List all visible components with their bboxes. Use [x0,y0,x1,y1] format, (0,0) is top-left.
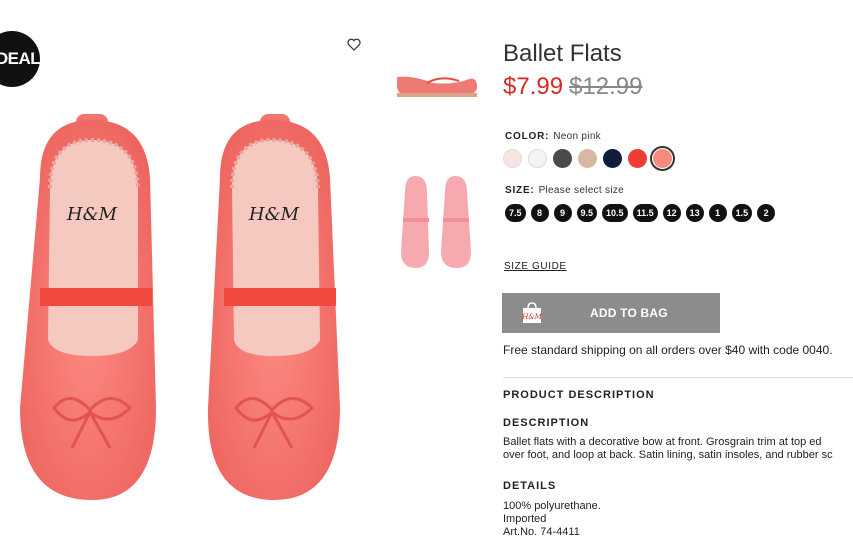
size-option[interactable]: 1.5 [731,204,753,222]
size-option[interactable]: 9.5 [576,204,598,222]
price-block: $7.99 $12.99 [503,73,642,101]
color-swatch[interactable] [553,149,572,168]
size-option[interactable]: 2 [757,204,776,222]
description-text: Ballet flats with a decorative bow at fr… [503,436,853,462]
size-option[interactable]: 12 [662,204,681,222]
left-shoe-logo: H&M [66,204,118,225]
color-swatches [503,146,675,171]
details-line-origin: Imported [503,513,547,525]
size-guide-link[interactable]: SIZE GUIDE [504,261,567,272]
details-heading: DETAILS [503,480,557,492]
selected-color: Neon pink [553,131,601,142]
left-shoe: H&M [20,114,156,500]
description-line-1: Ballet flats with a decorative bow at fr… [503,436,822,448]
divider [503,377,853,378]
shopping-bag-icon: H&M [521,302,543,324]
right-shoe: H&M [207,114,340,500]
details-text: 100% polyurethane. Imported Art.No. 74-4… [503,500,601,539]
size-option[interactable]: 7.5 [505,204,526,222]
size-option[interactable]: 8 [530,204,549,222]
description-heading: DESCRIPTION [503,417,590,429]
deal-badge: DEAL [0,31,41,87]
color-label-row: COLOR: Neon pink [505,131,601,142]
details-line-article: Art.No. 74-4411 [503,526,580,538]
size-option[interactable]: 13 [685,204,704,222]
main-product-image: H&M H&M [20,114,340,500]
size-prompt: Please select size [538,185,625,196]
add-to-bag-label: ADD TO BAG [590,306,668,320]
size-option[interactable]: 10.5 [602,204,628,222]
size-option[interactable]: 1 [708,204,727,222]
heart-icon[interactable] [347,38,363,54]
sale-price: $7.99 [503,73,564,100]
color-swatch[interactable] [650,146,675,171]
add-to-bag-button[interactable]: H&M ADD TO BAG [502,293,720,333]
description-line-2: over foot, and loop at back. Satin linin… [503,449,833,461]
right-shoe-logo: H&M [248,204,300,225]
size-label: SIZE: [505,185,535,196]
product-description-heading: PRODUCT DESCRIPTION [503,389,655,401]
color-label: COLOR: [505,131,550,142]
bag-icon-logo: H&M [522,313,542,321]
size-option[interactable]: 11.5 [632,204,658,222]
color-swatch[interactable] [603,149,622,168]
color-swatch[interactable] [528,149,547,168]
product-title: Ballet Flats [503,40,622,67]
shipping-note: Free standard shipping on all orders ove… [503,343,833,357]
size-option[interactable]: 9 [553,204,572,222]
thumbnail-top-view[interactable] [395,172,480,272]
thumbnail-side-view[interactable] [393,55,483,110]
size-options: 7.5 8 9 9.5 10.5 11.5 12 13 1 1.5 2 [505,204,776,222]
color-swatch[interactable] [503,149,522,168]
color-swatch[interactable] [628,149,647,168]
size-label-row: SIZE: Please select size [505,185,624,196]
color-swatch[interactable] [578,149,597,168]
original-price: $12.99 [569,73,643,100]
details-line-material: 100% polyurethane. [503,500,601,512]
